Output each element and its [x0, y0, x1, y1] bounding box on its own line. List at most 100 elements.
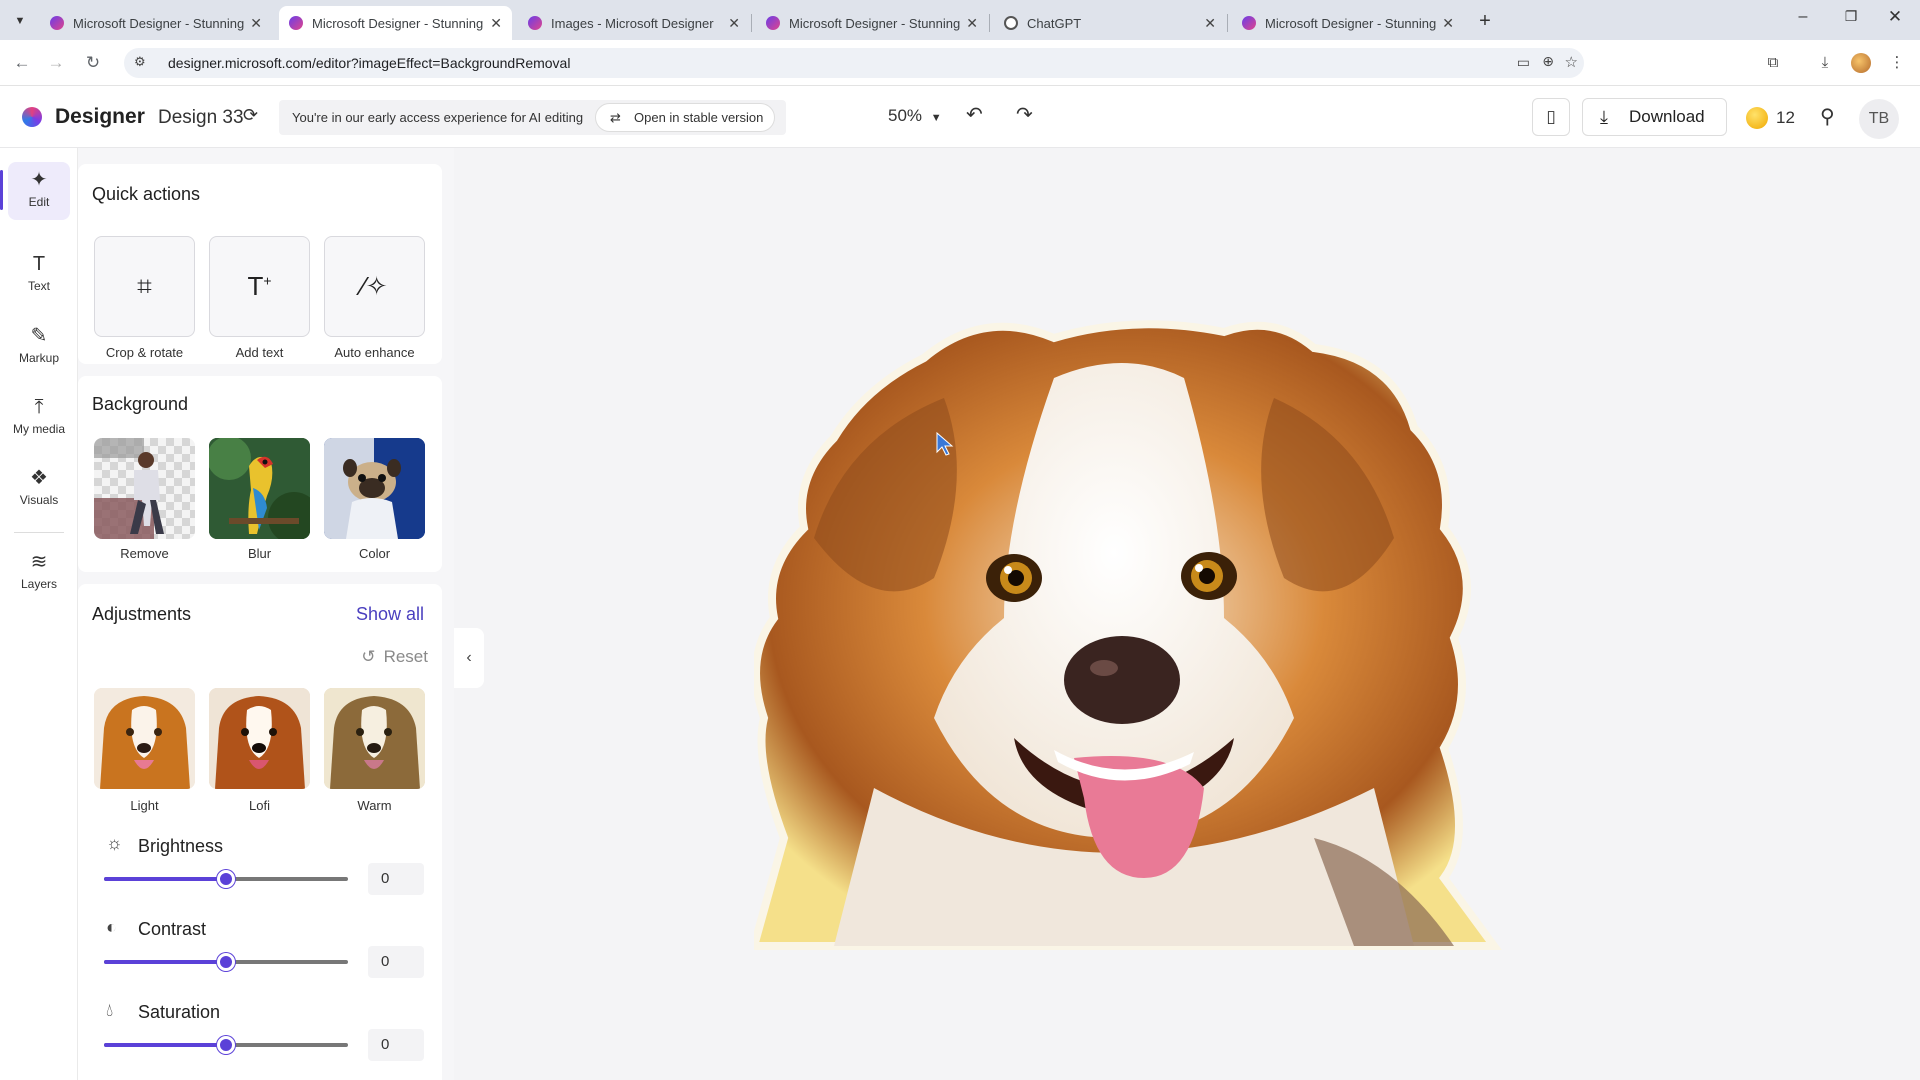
- edit-panel[interactable]: Quick actions ⌗ Crop & rotate T+ Add tex…: [78, 148, 454, 1080]
- tab-close-icon[interactable]: ✕: [1442, 15, 1454, 32]
- browser-tab-title: Microsoft Designer - Stunning: [1265, 15, 1437, 31]
- browser-tab-active[interactable]: Microsoft Designer - Stunning ✕: [279, 6, 512, 40]
- background-blur-thumbnail[interactable]: [209, 438, 310, 539]
- show-all-link[interactable]: Show all: [356, 604, 424, 625]
- pug-image: [324, 438, 425, 539]
- browser-menu-icon[interactable]: ⋮: [1884, 50, 1910, 76]
- browser-tab[interactable]: Microsoft Designer - Stunning ✕: [1232, 6, 1464, 40]
- quick-actions-title: Quick actions: [92, 184, 201, 204]
- tab-search-button[interactable]: ▼: [8, 9, 32, 33]
- designer-favicon-icon: [766, 16, 780, 30]
- contrast-slider-handle[interactable]: [217, 953, 235, 971]
- boost-coin-icon[interactable]: [1746, 107, 1768, 129]
- brightness-value-input[interactable]: 0: [368, 863, 424, 895]
- shapes-icon: ❖: [30, 467, 48, 489]
- preset-warm-thumbnail[interactable]: [324, 688, 425, 789]
- designer-app-header: Designer Design 33 ⟳ You're in our early…: [0, 86, 1920, 148]
- crop-rotate-button[interactable]: ⌗: [94, 236, 195, 337]
- open-stable-label: Open in stable version: [634, 110, 764, 125]
- contrast-value-input[interactable]: 0: [368, 946, 424, 978]
- open-stable-version-button[interactable]: ⇄ Open in stable version: [595, 103, 775, 132]
- page-view-button[interactable]: ▯: [1532, 98, 1570, 136]
- person-figure-image: [94, 438, 164, 539]
- background-remove-thumbnail[interactable]: [94, 438, 195, 539]
- browser-tab[interactable]: ChatGPT ✕: [994, 6, 1226, 40]
- minimize-window-button[interactable]: –: [1788, 8, 1818, 32]
- magic-wand-icon: ⁄✧: [361, 271, 388, 301]
- undo-icon[interactable]: ↶: [966, 102, 983, 127]
- rail-item-layers[interactable]: ≋ Layers: [8, 544, 70, 602]
- droplet-icon: 💧︎: [106, 1000, 114, 1020]
- tab-close-icon[interactable]: ✕: [1204, 15, 1216, 32]
- tab-close-icon[interactable]: ✕: [250, 15, 262, 32]
- dog-cutout-image[interactable]: [754, 318, 1654, 958]
- download-button[interactable]: ⤓ Download: [1582, 98, 1727, 136]
- brightness-slider[interactable]: [104, 870, 348, 888]
- rail-item-my-media[interactable]: ⤒ My media: [8, 389, 70, 447]
- design-canvas[interactable]: ‹: [454, 148, 1920, 1080]
- contrast-slider[interactable]: [104, 953, 348, 971]
- collapse-panel-button[interactable]: ‹: [454, 628, 484, 688]
- redo-icon[interactable]: ↷: [1016, 102, 1033, 127]
- browser-tab-title: Images - Microsoft Designer: [551, 15, 714, 31]
- rail-item-text[interactable]: T Text: [8, 246, 70, 304]
- download-tray-icon[interactable]: ⤓: [1812, 50, 1838, 76]
- saturation-slider-fill: [104, 1043, 226, 1047]
- tab-close-icon[interactable]: ✕: [490, 15, 502, 32]
- text-icon: T: [32, 253, 46, 275]
- credits-count[interactable]: 12: [1776, 108, 1795, 128]
- auto-enhance-button[interactable]: ⁄✧: [324, 236, 425, 337]
- zoom-icon[interactable]: ⊕: [1542, 53, 1554, 70]
- saturation-value-input[interactable]: 0: [368, 1029, 424, 1061]
- preset-light-thumbnail[interactable]: [94, 688, 195, 789]
- design-name[interactable]: Design 33: [158, 107, 244, 129]
- designer-logo-icon[interactable]: [22, 107, 42, 127]
- download-label: Download: [1629, 107, 1705, 126]
- tab-close-icon[interactable]: ✕: [966, 15, 978, 32]
- rail-item-visuals[interactable]: ❖ Visuals: [8, 460, 70, 518]
- browser-tab[interactable]: Microsoft Designer - Stunning ✕: [756, 6, 988, 40]
- rail-item-label: Text: [27, 279, 50, 293]
- rail-item-markup[interactable]: ✎ Markup: [8, 318, 70, 376]
- reset-label: Reset: [383, 647, 428, 666]
- share-icon[interactable]: ⚲: [1820, 104, 1835, 129]
- reset-button[interactable]: ↺ Reset: [361, 647, 428, 667]
- site-info-icon[interactable]: ⚙: [134, 54, 146, 70]
- tab-close-icon[interactable]: ✕: [728, 15, 740, 32]
- bookmark-star-icon[interactable]: ☆: [1565, 53, 1578, 71]
- close-window-button[interactable]: ✕: [1880, 7, 1910, 31]
- new-tab-button[interactable]: +: [1472, 8, 1498, 34]
- sun-icon: ☼: [106, 833, 123, 853]
- back-arrow-icon[interactable]: ←: [9, 50, 35, 76]
- install-app-icon[interactable]: ▭: [1517, 54, 1530, 71]
- brightness-slider-fill: [104, 877, 226, 881]
- restore-window-button[interactable]: ❐: [1836, 8, 1866, 32]
- dog-preset-lofi-image: [209, 688, 310, 789]
- add-text-button[interactable]: T+: [209, 236, 310, 337]
- rail-divider: [14, 532, 64, 533]
- brand-name[interactable]: Designer: [55, 105, 145, 129]
- saturation-slider[interactable]: [104, 1036, 348, 1054]
- extensions-icon[interactable]: ⧉: [1760, 50, 1786, 76]
- preset-lofi-label: Lofi: [249, 798, 270, 813]
- early-access-text: You're in our early access experience fo…: [292, 110, 584, 125]
- preset-light-label: Light: [130, 798, 159, 813]
- browser-tab-title: Microsoft Designer - Stunning: [789, 15, 961, 31]
- rail-item-label: Layers: [20, 577, 58, 591]
- reload-icon[interactable]: ↻: [80, 50, 106, 76]
- forward-arrow-icon[interactable]: →: [43, 50, 69, 76]
- background-color-thumbnail[interactable]: [324, 438, 425, 539]
- address-bar[interactable]: ⚙ designer.microsoft.com/editor?imageEff…: [124, 48, 1584, 78]
- zoom-dropdown[interactable]: 50% ▼: [888, 106, 942, 126]
- profile-avatar-icon[interactable]: [1851, 53, 1871, 73]
- user-avatar[interactable]: TB: [1859, 99, 1899, 139]
- rail-item-edit[interactable]: ✦ Edit: [8, 162, 70, 220]
- brightness-slider-handle[interactable]: [217, 870, 235, 888]
- browser-tab[interactable]: Microsoft Designer - Stunning ✕: [40, 6, 272, 40]
- rail-item-label: Visuals: [19, 493, 59, 507]
- contrast-icon: ◐: [106, 917, 117, 937]
- browser-tab[interactable]: Images - Microsoft Designer ✕: [518, 6, 750, 40]
- saturation-slider-handle[interactable]: [217, 1036, 235, 1054]
- tab-separator: [751, 14, 752, 32]
- preset-lofi-thumbnail[interactable]: [209, 688, 310, 789]
